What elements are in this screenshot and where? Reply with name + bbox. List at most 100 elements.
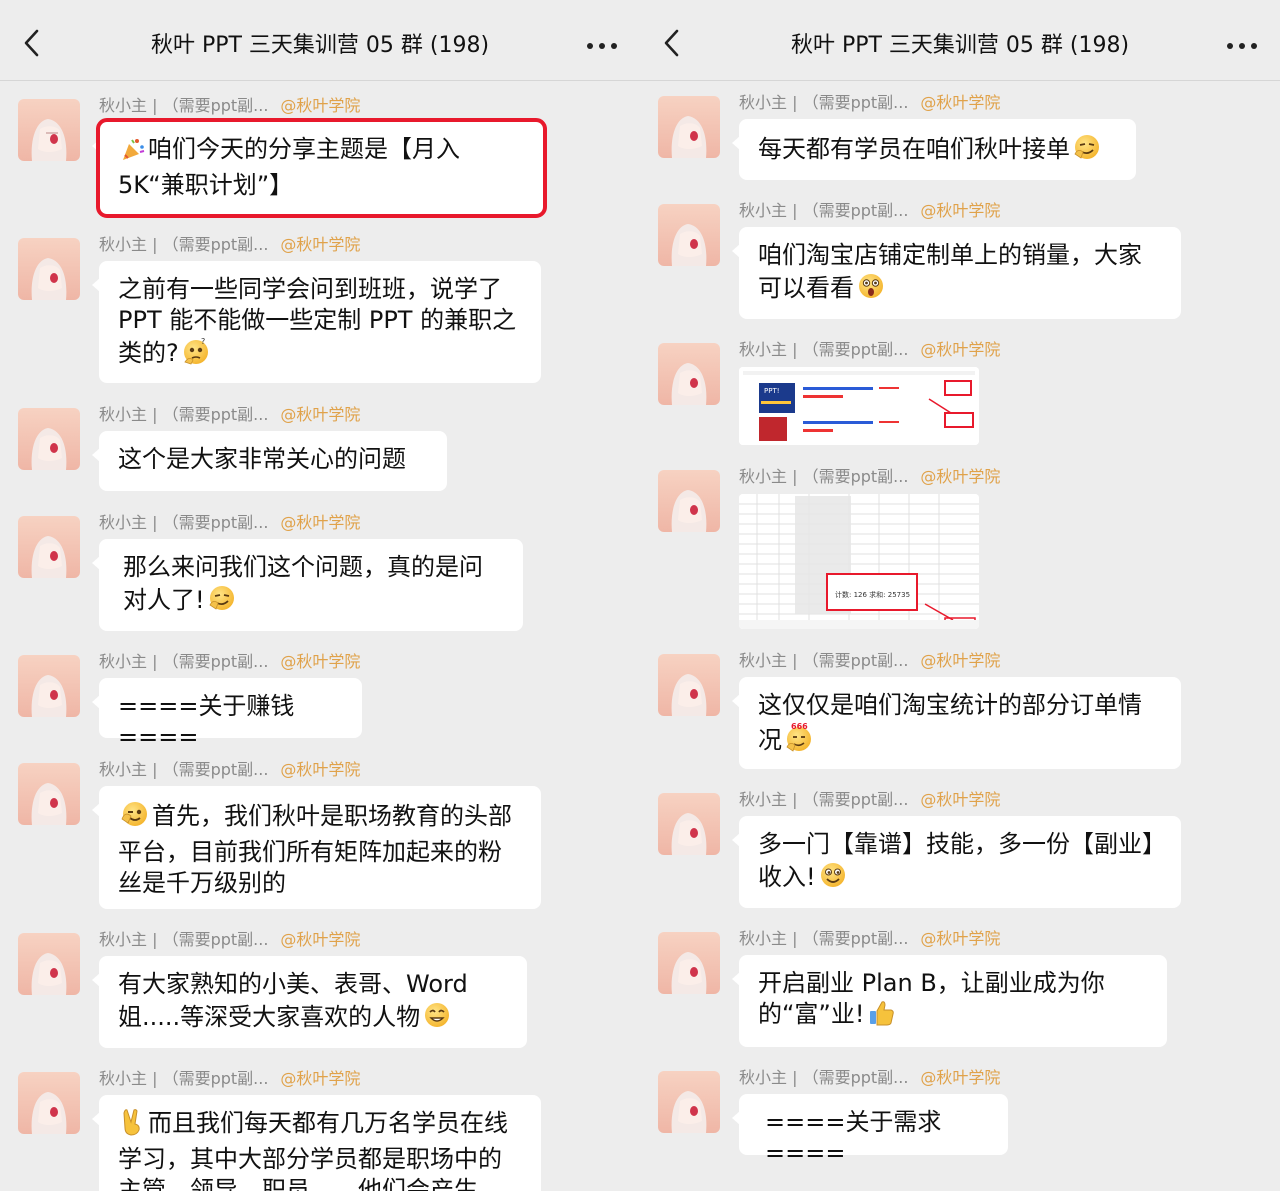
message-text: ====关于赚钱==== (118, 692, 295, 751)
message-bubble[interactable]: ====关于赚钱==== (99, 678, 362, 751)
sender-name: 秋小主 | （需要ppt副... (99, 930, 269, 949)
avatar[interactable] (18, 238, 80, 300)
thinking-face-icon: ? (181, 336, 211, 374)
message-bubble[interactable]: 那么来问我们这个问题，真的是问对人了! (99, 539, 523, 631)
message-text: ====关于需求==== (765, 1108, 942, 1167)
avatar[interactable] (18, 99, 80, 161)
party-popper-icon (120, 136, 146, 170)
smirk-face-icon (1072, 132, 1102, 170)
chat-header: 秋叶 PPT 三天集训营 05 群 (198) (0, 0, 640, 81)
spreadsheet-screenshot-icon[interactable]: 计数: 126 求和: 25735 (739, 494, 979, 629)
sender-name: 秋小主 | （需要ppt副... (739, 929, 909, 948)
message-bubble[interactable]: 这个是大家非常关心的问题 (99, 431, 447, 491)
at-mention[interactable]: @秋叶学院 (920, 1068, 1000, 1087)
message-bubble[interactable]: 有大家熟知的小美、表哥、Word 姐.....等深受大家喜欢的人物 (99, 956, 527, 1048)
at-mention[interactable]: @秋叶学院 (280, 1069, 360, 1088)
chat-pane-left: 秋叶 PPT 三天集训营 05 群 (198) 秋小主 | （需要ppt副...… (0, 0, 640, 1191)
victory-hand-icon (120, 1108, 146, 1144)
svg-text:?: ? (201, 337, 205, 346)
at-mention[interactable]: @秋叶学院 (920, 467, 1000, 486)
avatar[interactable] (18, 763, 80, 825)
smile-face-icon (422, 1000, 452, 1038)
message-text: 这仅仅是咱们淘宝统计的部分订单情况 (758, 691, 1142, 754)
sender-name: 秋小主 | （需要ppt副... (99, 235, 269, 254)
message-text: 那么来问我们这个问题，真的是问对人了! (123, 553, 483, 614)
chat-header: 秋叶 PPT 三天集训营 05 群 (198) (640, 0, 1280, 81)
avatar[interactable] (658, 1071, 720, 1133)
at-mention[interactable]: @秋叶学院 (920, 340, 1000, 359)
chevron-left-icon[interactable] (658, 28, 688, 58)
message-text: 咱们今天的分享主题是【月入 5K“兼职计划”】 (118, 135, 460, 199)
message-bubble[interactable]: 而且我们每天都有几万名学员在线学习，其中大部分学员都是职场中的主管、领导、职员…… (99, 1095, 541, 1191)
message-text: 有大家熟知的小美、表哥、Word 姐.....等深受大家喜欢的人物 (118, 970, 468, 1031)
message-bubble[interactable]: 这仅仅是咱们淘宝统计的部分订单情况 666 (739, 677, 1181, 769)
at-mention[interactable]: @秋叶学院 (280, 235, 360, 254)
wink-face-icon (120, 799, 150, 837)
message-bubble[interactable]: 首先，我们秋叶是职场教育的头部平台，目前我们所有矩阵加起来的粉丝是千万级别的 (99, 786, 541, 909)
sender-name: 秋小主 | （需要ppt副... (99, 96, 269, 115)
chat-title: 秋叶 PPT 三天集训营 05 群 (198) (150, 33, 490, 58)
at-mention[interactable]: @秋叶学院 (920, 790, 1000, 809)
sender-name: 秋小主 | （需要ppt副... (739, 790, 909, 809)
sender-name: 秋小主 | （需要ppt副... (739, 201, 909, 220)
sender-name: 秋小主 | （需要ppt副... (739, 340, 909, 359)
at-mention[interactable]: @秋叶学院 (280, 652, 360, 671)
message-text: 而且我们每天都有几万名学员在线学习，其中大部分学员都是职场中的主管、领导、职员…… (118, 1109, 508, 1191)
message-bubble[interactable]: ====关于需求==== (739, 1094, 1008, 1167)
at-mention[interactable]: @秋叶学院 (280, 513, 360, 532)
more-horizontal-icon[interactable] (1222, 30, 1262, 60)
sender-name: 秋小主 | （需要ppt副... (739, 93, 909, 112)
avatar[interactable] (18, 516, 80, 578)
at-mention[interactable]: @秋叶学院 (280, 405, 360, 424)
avatar[interactable] (18, 933, 80, 995)
at-mention[interactable]: @秋叶学院 (920, 93, 1000, 112)
message-text: 首先，我们秋叶是职场教育的头部平台，目前我们所有矩阵加起来的粉丝是千万级别的 (118, 802, 512, 897)
thumbs-up-icon (867, 999, 895, 1035)
sender-name: 秋小主 | （需要ppt副... (739, 651, 909, 670)
sender-name: 秋小主 | （需要ppt副... (739, 467, 909, 486)
message-bubble[interactable]: 开启副业 Plan B，让副业成为你的“富”业! (739, 955, 1167, 1047)
avatar[interactable] (658, 932, 720, 994)
chat-title: 秋叶 PPT 三天集训营 05 群 (198) (790, 33, 1130, 58)
message-text: 每天都有学员在咱们秋叶接单 (758, 135, 1070, 163)
message-bubble[interactable]: 咱们今天的分享主题是【月入 5K“兼职计划”】 (96, 118, 547, 218)
message-text: 咱们淘宝店铺定制单上的销量，大家可以看看 (758, 241, 1142, 302)
sheet-stats: 计数: 126 求和: 25735 (835, 590, 910, 599)
avatar[interactable] (658, 343, 720, 405)
at-mention[interactable]: @秋叶学院 (280, 96, 360, 115)
at-mention[interactable]: @秋叶学院 (280, 760, 360, 779)
sender-name: 秋小主 | （需要ppt副... (99, 1069, 269, 1088)
sender-name: 秋小主 | （需要ppt副... (739, 1068, 909, 1087)
avatar[interactable] (658, 204, 720, 266)
avatar[interactable] (18, 655, 80, 717)
avatar[interactable] (658, 470, 720, 532)
shocked-face-icon (856, 271, 886, 309)
smirk-face-icon (207, 583, 237, 621)
666-face-icon: 666 (784, 721, 814, 761)
message-bubble[interactable]: 多一门【靠谱】技能，多一份【副业】收入! (739, 816, 1181, 908)
svg-text:666: 666 (791, 722, 808, 731)
sender-name: 秋小主 | （需要ppt副... (99, 513, 269, 532)
message-bubble[interactable]: 之前有一些同学会问到班班，说学了PPT 能不能做一些定制 PPT 的兼职之类的?… (99, 261, 541, 383)
avatar[interactable] (18, 408, 80, 470)
sender-name: 秋小主 | （需要ppt副... (99, 760, 269, 779)
message-bubble[interactable]: 咱们淘宝店铺定制单上的销量，大家可以看看 (739, 227, 1181, 319)
avatar[interactable] (658, 654, 720, 716)
badge-label: PPT! (764, 387, 780, 395)
at-mention[interactable]: @秋叶学院 (920, 201, 1000, 220)
avatar[interactable] (658, 96, 720, 158)
more-horizontal-icon[interactable] (582, 30, 622, 60)
avatar[interactable] (18, 1072, 80, 1134)
message-bubble[interactable]: 每天都有学员在咱们秋叶接单 (739, 119, 1136, 180)
happy-face-icon (818, 860, 848, 898)
chevron-left-icon[interactable] (18, 28, 48, 58)
sales-screenshot-icon[interactable]: PPT! (739, 367, 979, 445)
at-mention[interactable]: @秋叶学院 (920, 929, 1000, 948)
message-text: 之前有一些同学会问到班班，说学了PPT 能不能做一些定制 PPT 的兼职之类的? (118, 275, 517, 367)
sender-name: 秋小主 | （需要ppt副... (99, 405, 269, 424)
avatar[interactable] (658, 793, 720, 855)
at-mention[interactable]: @秋叶学院 (920, 651, 1000, 670)
message-text: 开启副业 Plan B，让副业成为你的“富”业! (758, 969, 1105, 1028)
at-mention[interactable]: @秋叶学院 (280, 930, 360, 949)
sender-name: 秋小主 | （需要ppt副... (99, 652, 269, 671)
